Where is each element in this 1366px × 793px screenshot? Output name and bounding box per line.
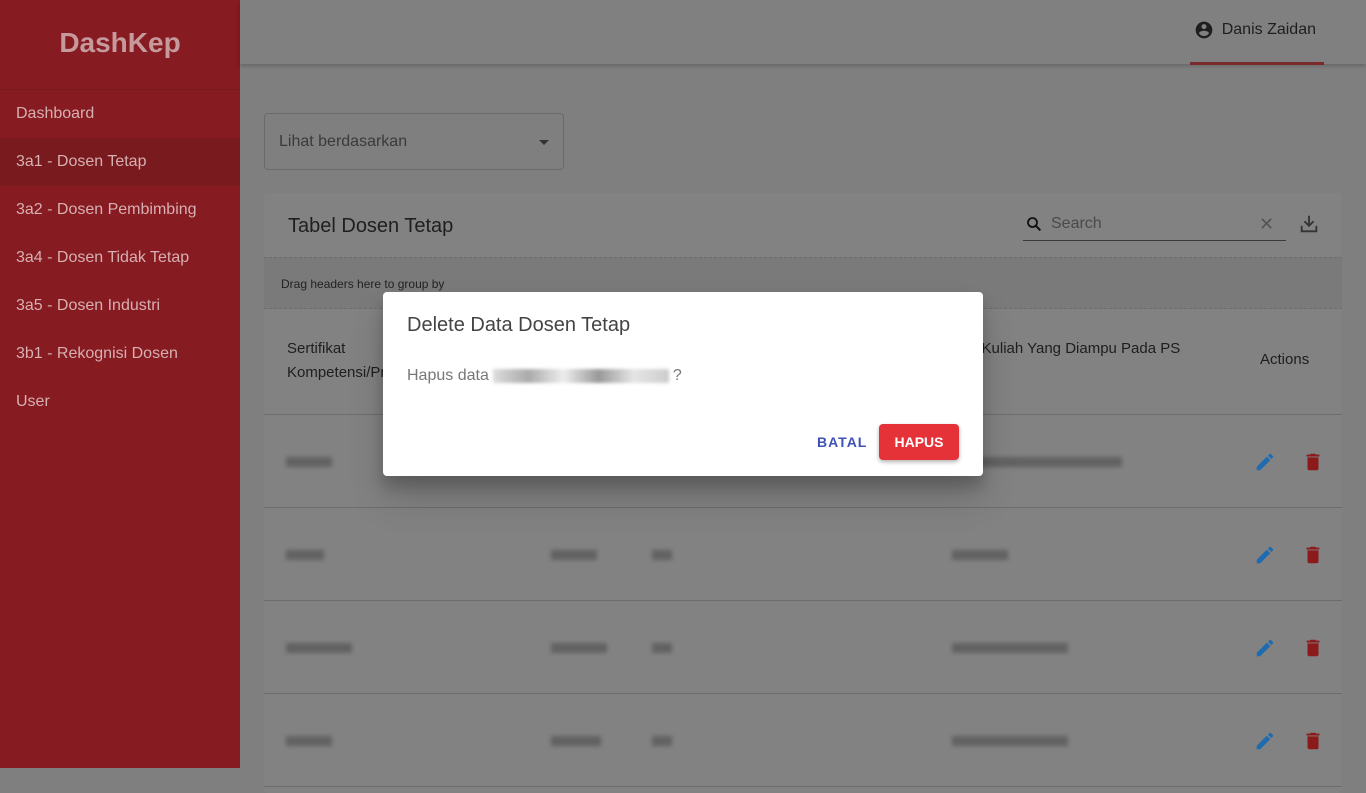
delete-dialog: Delete Data Dosen Tetap Hapus data ? BAT… bbox=[383, 292, 983, 476]
dialog-title: Delete Data Dosen Tetap bbox=[407, 314, 631, 336]
dialog-message-suffix: ? bbox=[672, 367, 682, 384]
redacted-name bbox=[492, 369, 669, 383]
dialog-message-prefix: Hapus data bbox=[407, 367, 489, 384]
dialog-message: Hapus data ? bbox=[407, 367, 682, 385]
cancel-button[interactable]: BATAL bbox=[807, 424, 877, 460]
confirm-delete-button[interactable]: HAPUS bbox=[879, 424, 959, 460]
